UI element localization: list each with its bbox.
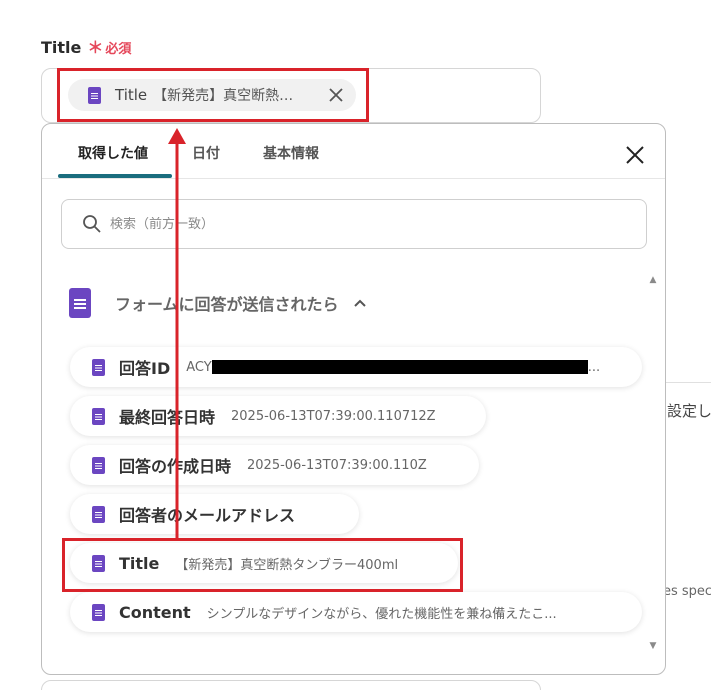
field-label-text: Title bbox=[41, 38, 82, 57]
search-box[interactable] bbox=[61, 199, 647, 249]
active-tab-indicator bbox=[58, 174, 172, 178]
form-doc-icon bbox=[69, 288, 91, 318]
required-star: ＊ bbox=[87, 38, 104, 57]
search-icon bbox=[83, 215, 101, 233]
form-doc-icon bbox=[92, 505, 105, 523]
chevron-up-icon[interactable] bbox=[353, 296, 367, 310]
chip-close-icon[interactable] bbox=[326, 85, 346, 105]
chip-key: Title bbox=[115, 86, 148, 104]
value-picker-panel: 取得した値 日付 基本情報 ▲ ▼ フォームに回答が送信されたら 回答ID AC… bbox=[41, 123, 666, 675]
item-label: Title bbox=[119, 553, 160, 573]
search-input[interactable] bbox=[110, 216, 610, 232]
tab-basic-info[interactable]: 基本情報 bbox=[263, 143, 319, 163]
item-label: 回答ID bbox=[119, 359, 171, 378]
item-label: Content bbox=[119, 602, 191, 622]
form-doc-icon bbox=[92, 358, 105, 376]
item-value: ACY... bbox=[186, 359, 601, 375]
close-icon[interactable] bbox=[624, 144, 646, 166]
selected-value-chip[interactable]: Title 【新発売】真空断熱… bbox=[68, 79, 356, 111]
group-header[interactable]: フォームに回答が送信されたら bbox=[69, 288, 367, 318]
item-label: 回答者のメールアドレス bbox=[119, 506, 296, 525]
field-label: Title ＊ 必須 bbox=[41, 34, 131, 58]
background-divider bbox=[666, 382, 711, 383]
scroll-up-arrow[interactable]: ▲ bbox=[648, 276, 658, 285]
item-value: 2025-06-13T07:39:00.110Z bbox=[247, 457, 427, 473]
group-title: フォームに回答が送信されたら bbox=[115, 295, 339, 314]
background-field bbox=[41, 680, 541, 690]
list-item-response-id[interactable]: 回答ID ACY... bbox=[70, 347, 642, 387]
item-label: 回答の作成日時 bbox=[119, 457, 232, 476]
form-doc-icon bbox=[92, 407, 105, 425]
list-item-email[interactable]: 回答者のメールアドレス bbox=[70, 494, 359, 534]
item-value: 【新発売】真空断熱タンブラー400ml bbox=[175, 557, 399, 573]
form-doc-icon bbox=[92, 554, 105, 572]
required-text: 必須 bbox=[105, 42, 132, 57]
background-label: 設定し bbox=[667, 402, 711, 420]
item-value: 2025-06-13T07:39:00.110712Z bbox=[231, 408, 436, 424]
list-item-title[interactable]: Title 【新発売】真空断熱タンブラー400ml bbox=[70, 543, 458, 583]
scroll-down-arrow[interactable]: ▼ bbox=[648, 642, 658, 651]
tab-date[interactable]: 日付 bbox=[192, 143, 220, 163]
form-doc-icon bbox=[92, 603, 105, 621]
chip-value: 【新発売】真空断熱… bbox=[153, 88, 294, 104]
form-doc-icon bbox=[88, 86, 101, 104]
tab-bar: 取得した値 日付 基本情報 bbox=[42, 124, 665, 179]
redaction-bar bbox=[211, 360, 588, 374]
list-item-created-at[interactable]: 回答の作成日時 2025-06-13T07:39:00.110Z bbox=[70, 445, 479, 485]
background-text: es spec bbox=[663, 584, 711, 599]
form-doc-icon bbox=[92, 456, 105, 474]
list-item-content[interactable]: Content シンプルなデザインながら、優れた機能性を兼ね備えたこ... bbox=[70, 592, 642, 632]
list-item-last-answered[interactable]: 最終回答日時 2025-06-13T07:39:00.110712Z bbox=[70, 396, 486, 436]
item-value: シンプルなデザインながら、優れた機能性を兼ね備えたこ... bbox=[206, 606, 557, 622]
tab-retrieved-values[interactable]: 取得した値 bbox=[78, 143, 148, 163]
item-label: 最終回答日時 bbox=[119, 408, 216, 427]
